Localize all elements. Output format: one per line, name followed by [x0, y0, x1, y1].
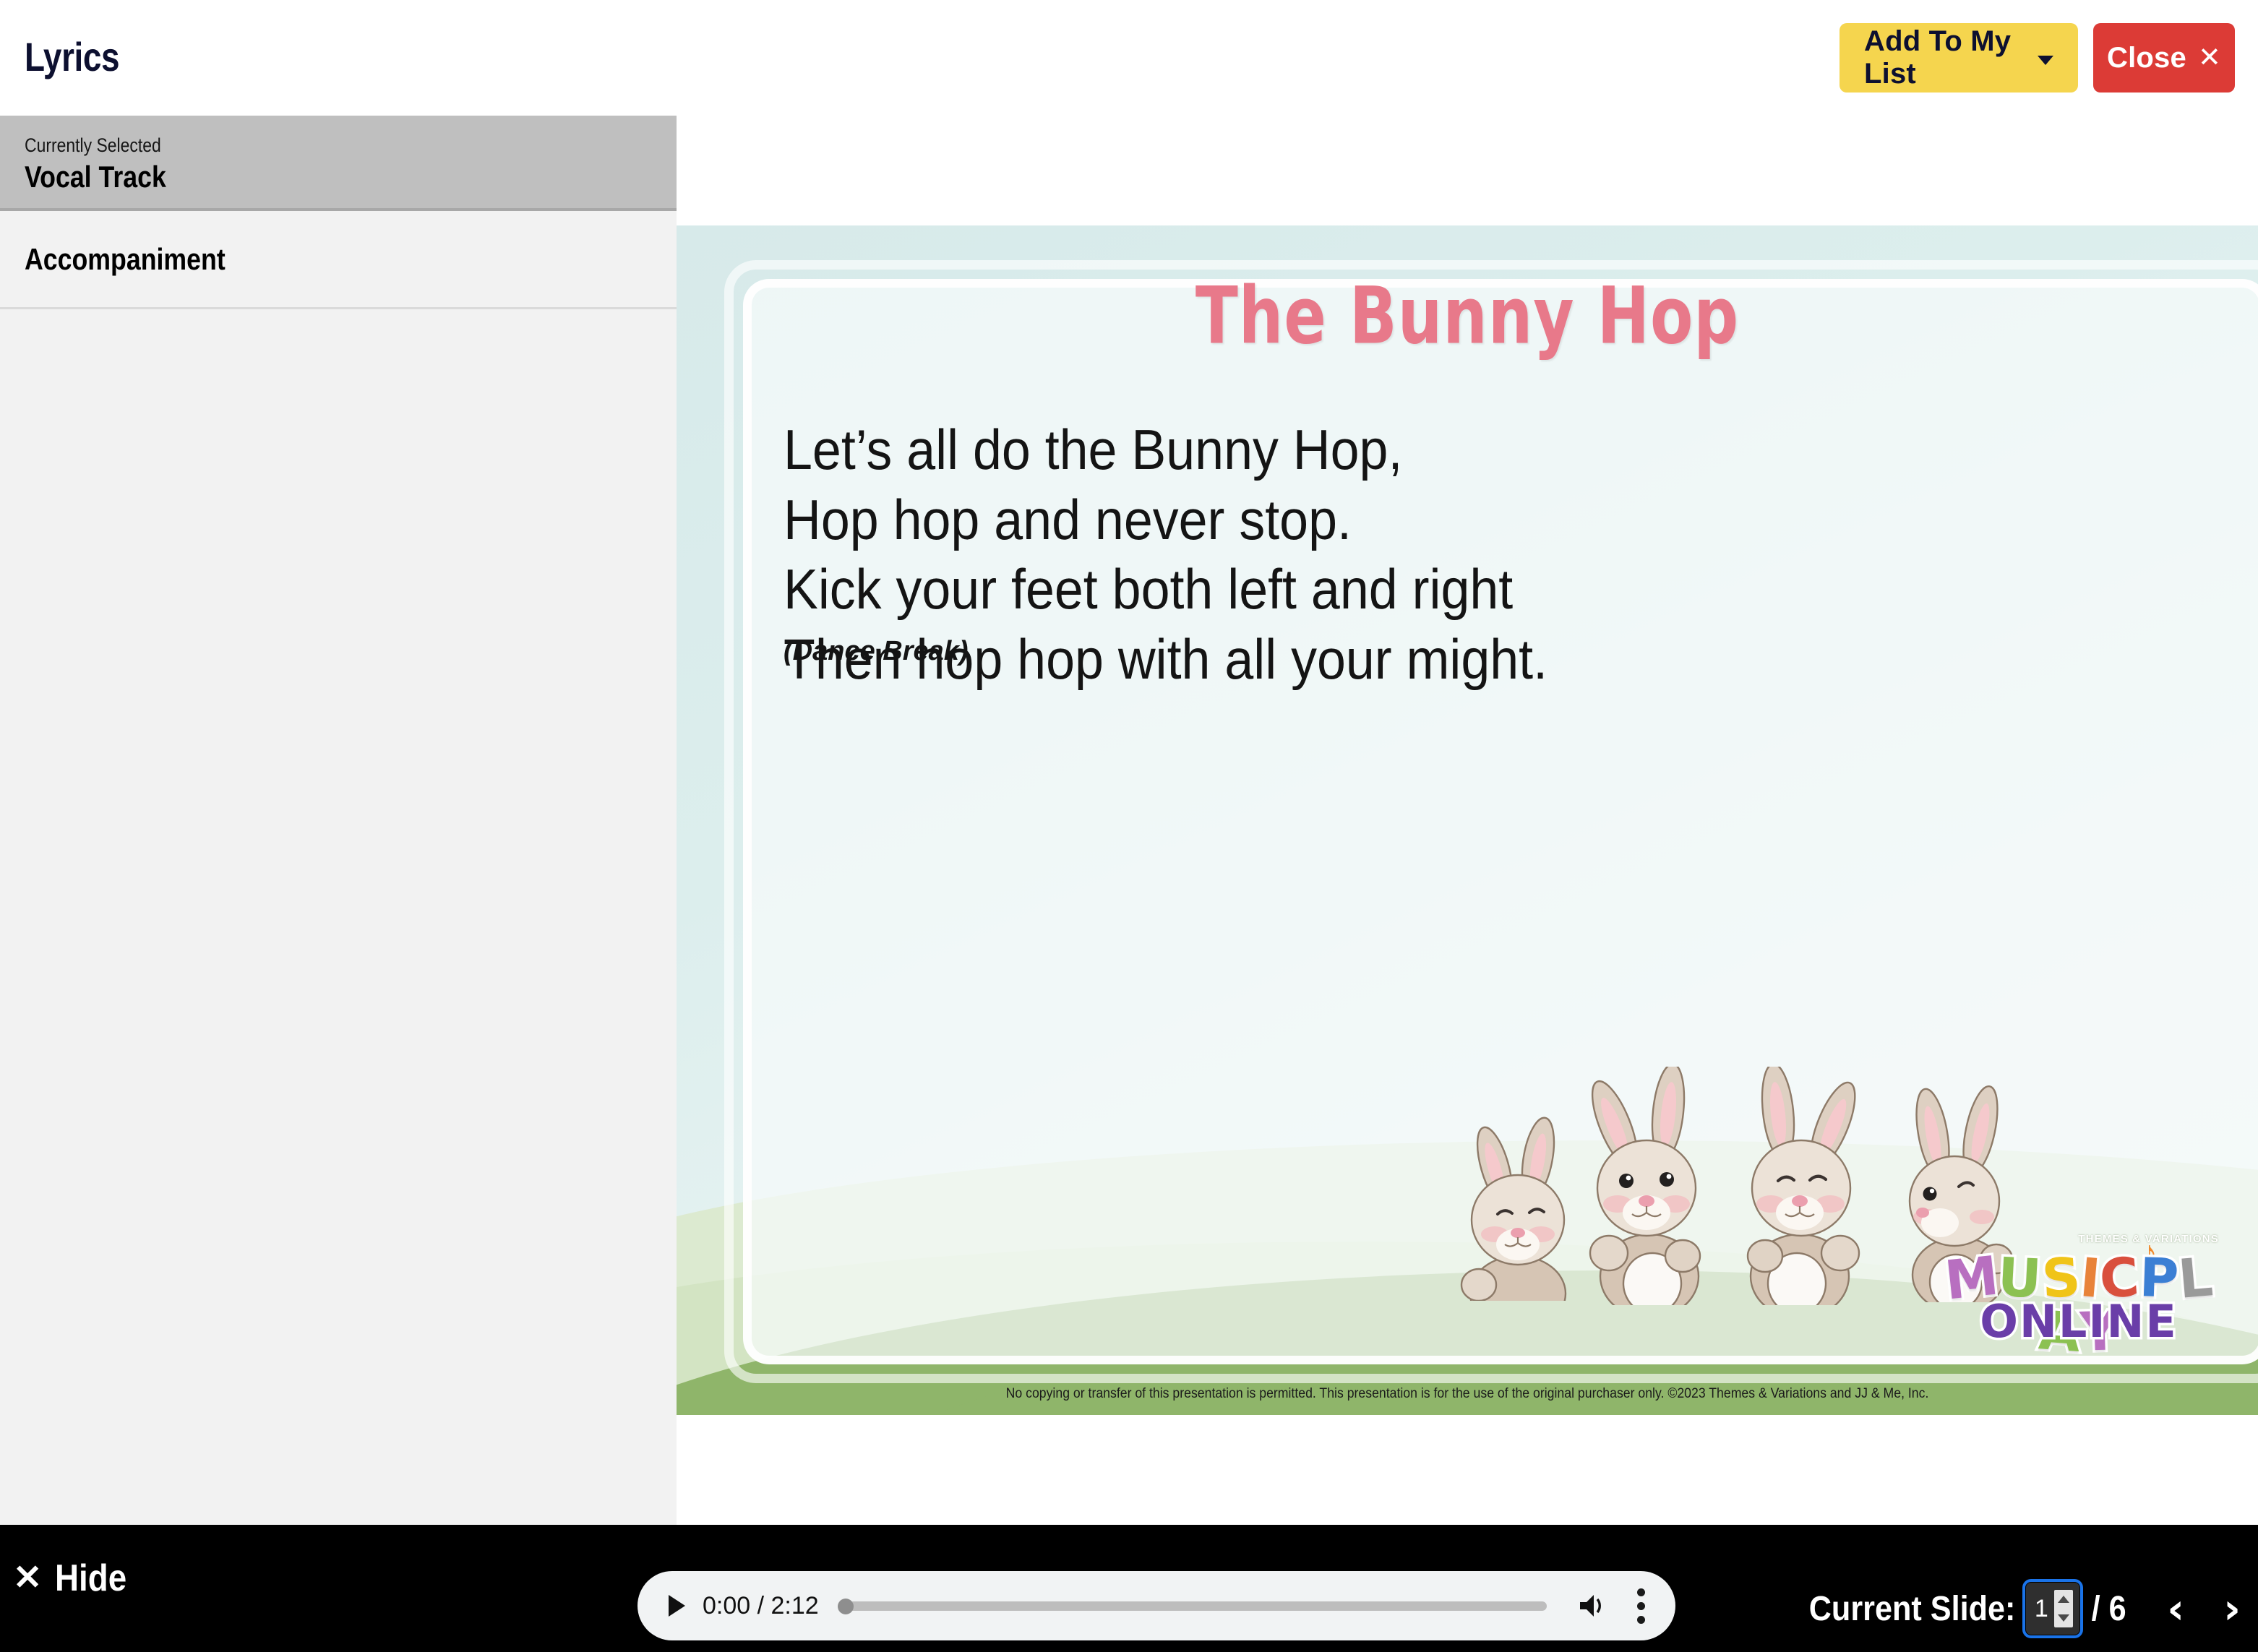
close-icon: ✕ [2198, 44, 2221, 72]
three-dot-menu-icon[interactable] [1636, 1588, 1645, 1624]
hide-label: Hide [55, 1557, 126, 1600]
slide-canvas: The Bunny Hop Let’s all do the Bunny Hop… [677, 225, 2258, 1415]
stepper-down-icon[interactable] [2058, 1614, 2069, 1622]
slide-number-value: 1 [2035, 1595, 2048, 1623]
slide-total-label: / 6 [2091, 1589, 2126, 1629]
track-sidebar: Currently Selected Vocal Track Accompani… [0, 116, 677, 1525]
sidebar-item-label: Accompaniment [25, 242, 226, 277]
lyric-line: Hop hop and never stop. [784, 485, 1947, 555]
player-progress-handle[interactable] [838, 1599, 854, 1614]
close-icon: ✕ [13, 1561, 42, 1596]
audio-player: 0:00 / 2:12 [638, 1571, 1675, 1640]
lyrics-text-block: Let’s all do the Bunny Hop, Hop hop and … [784, 415, 2048, 694]
bunny-icon [1725, 1067, 1891, 1305]
sidebar-item-accompaniment[interactable]: Accompaniment [0, 211, 677, 309]
volume-icon[interactable] [1579, 1593, 1607, 1619]
lyrics-viewer-window: Lyrics Add To My List Close ✕ Currently … [0, 0, 2258, 1652]
musicplay-online-logo: THEMES & VARIATIONS ♪ MUSICPLAY ONLINE [1934, 1233, 2223, 1348]
sidebar-item-vocal-track[interactable]: Currently Selected Vocal Track [0, 116, 677, 211]
logo-word-online: ONLINE [1934, 1299, 2223, 1344]
player-progress-bar[interactable] [842, 1601, 1547, 1611]
slide-number-stepper[interactable] [2054, 1590, 2073, 1627]
currently-selected-caption: Currently Selected [25, 134, 558, 157]
hide-button[interactable]: ✕ Hide [13, 1557, 137, 1600]
lyric-line: Kick your feet both left and right [784, 554, 1947, 624]
prev-slide-button[interactable]: ‹ [2167, 1588, 2184, 1630]
current-slide-label: Current Slide: [1809, 1589, 2016, 1629]
page-title: Lyrics [25, 33, 119, 80]
lyric-line: Let’s all do the Bunny Hop, [784, 415, 1947, 485]
slide-navigation: Current Slide: 1 / 6 ‹ › [1786, 1583, 2241, 1635]
stepper-up-icon[interactable] [2058, 1596, 2069, 1603]
close-label: Close [2107, 42, 2186, 74]
bunny-icon [1573, 1067, 1739, 1305]
slide-number-input[interactable]: 1 [2026, 1583, 2079, 1635]
close-button[interactable]: Close ✕ [2093, 23, 2235, 93]
stage-direction-text: (Dance Break) [784, 636, 969, 667]
copyright-notice: No copying or transfer of this presentat… [732, 1386, 2203, 1402]
player-time-display: 0:00 / 2:12 [703, 1592, 819, 1620]
slide-title: The Bunny Hop [724, 270, 2211, 361]
header-bar: Lyrics Add To My List Close ✕ [0, 0, 2258, 116]
next-slide-button[interactable]: › [2223, 1588, 2241, 1630]
add-to-my-list-button[interactable]: Add To My List [1840, 23, 2078, 93]
chevron-down-icon [2038, 56, 2053, 65]
add-to-my-list-label: Add To My List [1864, 25, 2026, 90]
play-icon[interactable] [666, 1593, 687, 1618]
sidebar-item-label: Vocal Track [25, 160, 558, 194]
